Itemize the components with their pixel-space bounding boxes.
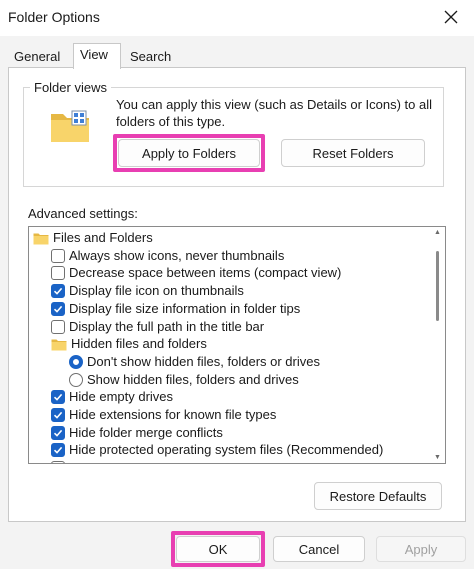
folder-views-description: You can apply this view (such as Details… bbox=[116, 97, 433, 129]
tab-view[interactable]: View bbox=[73, 43, 121, 69]
setting-label: Always show icons, never thumbnails bbox=[69, 247, 285, 263]
reset-folders-button[interactable]: Reset Folders bbox=[281, 139, 425, 167]
setting-checkbox[interactable] bbox=[51, 248, 65, 263]
folder-views-legend: Folder views bbox=[30, 80, 111, 95]
checkmark-icon bbox=[53, 411, 63, 419]
tab-bar: General View Search bbox=[0, 36, 474, 69]
setting-label: Hide protected operating system files (R… bbox=[69, 442, 384, 458]
setting-row[interactable]: Display file icon on thumbnails bbox=[51, 282, 244, 300]
setting-checkbox[interactable] bbox=[51, 408, 65, 422]
setting-row[interactable]: Decrease space between items (compact vi… bbox=[51, 264, 341, 282]
setting-checkbox[interactable] bbox=[51, 266, 65, 281]
close-icon bbox=[444, 10, 458, 24]
tab-general[interactable]: General bbox=[8, 48, 66, 68]
setting-label: Display file icon on thumbnails bbox=[69, 283, 244, 299]
setting-label: Hide extensions for known file types bbox=[69, 407, 277, 422]
setting-checkbox[interactable] bbox=[51, 390, 65, 405]
folder-icon bbox=[33, 233, 49, 244]
setting-label: Show hidden files, folders and drives bbox=[87, 371, 299, 387]
advanced-settings-label: Advanced settings: bbox=[28, 206, 138, 221]
apply-to-folders-button[interactable]: Apply to Folders bbox=[118, 139, 260, 167]
setting-checkbox[interactable] bbox=[51, 461, 65, 463]
restore-defaults-button[interactable]: Restore Defaults bbox=[314, 482, 442, 510]
setting-checkbox[interactable] bbox=[51, 443, 65, 458]
setting-row[interactable]: Hide empty drives bbox=[51, 388, 173, 406]
setting-checkbox[interactable] bbox=[51, 319, 65, 334]
folder-options-window: Folder Options General View Search Folde… bbox=[0, 0, 474, 569]
scroll-up-icon[interactable]: ▲ bbox=[434, 229, 441, 236]
scrollbar[interactable]: ▲ ▼ bbox=[433, 229, 443, 461]
setting-label: Hide empty drives bbox=[69, 389, 174, 405]
tab-search[interactable]: Search bbox=[124, 48, 177, 68]
setting-radio[interactable] bbox=[69, 354, 83, 369]
apply-button[interactable]: Apply bbox=[376, 536, 466, 562]
scroll-thumb[interactable] bbox=[436, 251, 439, 321]
setting-label: Don't show hidden files, folders or driv… bbox=[87, 353, 320, 369]
folder-icon bbox=[51, 339, 67, 351]
setting-row[interactable]: Hide extensions for known file types bbox=[51, 406, 276, 424]
checkmark-icon bbox=[53, 305, 63, 313]
setting-label: Hide folder merge conflicts bbox=[69, 424, 223, 440]
folder-view-icon bbox=[51, 110, 89, 142]
setting-row[interactable]: Hide protected operating system files (R… bbox=[51, 441, 383, 459]
setting-label: Hidden files and folders bbox=[71, 336, 207, 352]
setting-label: Display the full path in the title bar bbox=[69, 318, 265, 334]
setting-row[interactable]: Show hidden files, folders and drives bbox=[69, 371, 299, 389]
setting-checkbox[interactable] bbox=[51, 284, 65, 299]
setting-checkbox[interactable] bbox=[51, 425, 65, 440]
setting-row[interactable]: Always show icons, never thumbnails bbox=[51, 247, 284, 265]
checkmark-icon bbox=[53, 447, 63, 455]
window-title: Folder Options bbox=[8, 9, 100, 25]
setting-checkbox[interactable] bbox=[51, 301, 65, 316]
setting-row[interactable] bbox=[51, 459, 69, 463]
close-button[interactable] bbox=[434, 2, 468, 32]
ok-button[interactable]: OK bbox=[176, 536, 260, 562]
setting-row[interactable]: Display the full path in the title bar bbox=[51, 318, 264, 336]
setting-radio[interactable] bbox=[69, 372, 83, 387]
setting-label: Files and Folders bbox=[53, 230, 153, 245]
title-bar: Folder Options bbox=[0, 0, 474, 36]
setting-row[interactable]: Hide folder merge conflicts bbox=[51, 424, 223, 442]
setting-row[interactable]: Display file size information in folder … bbox=[51, 300, 300, 318]
checkmark-icon bbox=[53, 394, 63, 402]
setting-label: Display file size information in folder … bbox=[69, 300, 301, 316]
checkmark-icon bbox=[53, 429, 63, 437]
setting-row[interactable]: Don't show hidden files, folders or driv… bbox=[69, 353, 320, 371]
setting-row: Files and Folders bbox=[33, 229, 153, 247]
setting-row: Hidden files and folders bbox=[51, 335, 207, 353]
setting-label: Decrease space between items (compact vi… bbox=[69, 265, 342, 281]
checkmark-icon bbox=[53, 287, 63, 295]
advanced-settings-list[interactable]: ▲ ▼ Files and Folders Always show icons, … bbox=[28, 226, 446, 464]
cancel-button[interactable]: Cancel bbox=[273, 536, 365, 562]
scroll-down-icon[interactable]: ▼ bbox=[434, 454, 441, 461]
